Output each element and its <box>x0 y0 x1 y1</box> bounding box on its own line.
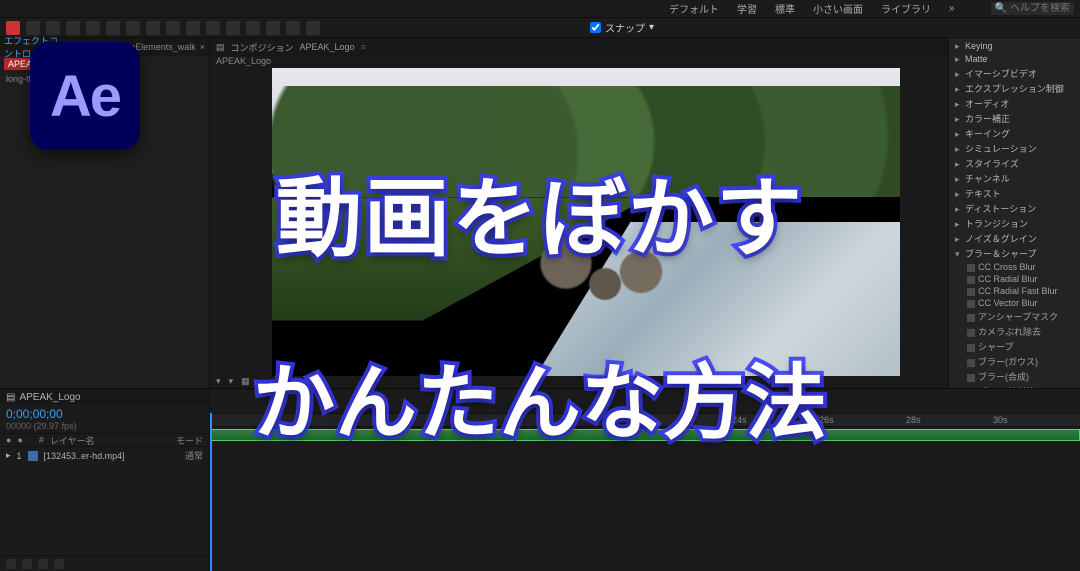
row-index: 1 <box>17 451 22 461</box>
fx-effect[interactable]: CC Radial Blur <box>953 273 1080 285</box>
fx-category[interactable]: チャンネル <box>953 171 1080 186</box>
help-search-input[interactable] <box>1010 3 1070 14</box>
ruler-tick: 24s <box>732 415 747 425</box>
menu-standard[interactable]: 標準 <box>775 1 795 16</box>
footer-btn-3[interactable] <box>38 559 48 569</box>
fx-category[interactable]: Matte <box>953 53 1080 66</box>
col-mode: モード <box>176 434 203 447</box>
viewer-footer-tray: ▾ ▾ ▦ <box>210 374 948 388</box>
clone-tool-icon[interactable] <box>246 21 260 35</box>
snap-toggle[interactable]: スナップ ▾ <box>590 20 654 35</box>
ruler-tick: 26s <box>819 415 834 425</box>
viewer-zoom-dropdown[interactable]: ▾ <box>216 376 221 387</box>
fx-category[interactable]: カラー補正 <box>953 111 1080 126</box>
help-search[interactable]: 🔍 <box>991 2 1074 15</box>
workspace-menubar: デフォルト 学習 標準 小さい画面 ライブラリ » 🔍 <box>0 0 1080 18</box>
fx-effect[interactable]: CC Radial Fast Blur <box>953 285 1080 297</box>
pen-tool-icon[interactable] <box>186 21 200 35</box>
rotate-tool-icon[interactable] <box>106 21 120 35</box>
selection-tool-icon[interactable] <box>26 21 40 35</box>
roto-tool-icon[interactable] <box>286 21 300 35</box>
fx-effect[interactable]: ブラー(放射状) <box>953 384 1080 388</box>
close-panel-icon[interactable]: × <box>200 42 205 52</box>
fx-effect[interactable]: シャープ <box>953 339 1080 354</box>
layer-color-swatch[interactable] <box>28 451 38 461</box>
layer-name[interactable]: [132453..er-hd.mp4] <box>44 451 125 461</box>
fx-effect[interactable]: カメラぶれ除去 <box>953 324 1080 339</box>
menu-default[interactable]: デフォルト <box>669 1 719 16</box>
fx-category[interactable]: キーイング <box>953 126 1080 141</box>
footer-btn-1[interactable] <box>6 559 16 569</box>
fx-category[interactable]: シミュレーション <box>953 141 1080 156</box>
fx-effect[interactable]: CC Cross Blur <box>953 261 1080 273</box>
fx-category[interactable]: ディストーション <box>953 201 1080 216</box>
ae-app-badge: Ae <box>30 42 140 150</box>
layer-blend-mode[interactable]: 通常 <box>185 449 203 462</box>
fx-category-open[interactable]: ブラー＆シャープ <box>953 246 1080 261</box>
timeline-panel[interactable]: 24s 26s 28s 30s <box>210 389 1080 571</box>
pan-tool-icon[interactable] <box>146 21 160 35</box>
orbit-tool-icon[interactable] <box>86 21 100 35</box>
camera-tool-icon[interactable] <box>126 21 140 35</box>
composition-viewer: ▤ コンポジション APEAK_Logo ≡ APEAK_Logo ▾ ▾ ▦ <box>210 38 948 388</box>
puppet-tool-icon[interactable] <box>306 21 320 35</box>
ruler-tick: 28s <box>906 415 921 425</box>
home-icon[interactable] <box>6 21 20 35</box>
menu-learn[interactable]: 学習 <box>737 1 757 16</box>
col-lock-icon[interactable]: ● <box>17 435 22 445</box>
timeline-clip[interactable] <box>210 429 1080 441</box>
fx-category[interactable]: エクスプレッション制御 <box>953 81 1080 96</box>
viewer-tab-prefix: コンポジション <box>231 41 294 54</box>
shape-tool-icon[interactable] <box>166 21 180 35</box>
comp-tab[interactable]: APEAK_Logo <box>19 392 80 403</box>
timecode-sub: 00000 (29.97 fps) <box>6 421 203 431</box>
viewer-tab-name[interactable]: APEAK_Logo <box>300 42 355 52</box>
menu-small[interactable]: 小さい画面 <box>813 1 863 16</box>
fx-effect[interactable]: ブラー(ガウス) <box>953 354 1080 369</box>
menu-chevrons-icon[interactable]: » <box>949 3 955 14</box>
fx-category[interactable]: スタイライズ <box>953 156 1080 171</box>
fx-effect[interactable]: ブラー(合成) <box>953 369 1080 384</box>
col-toggle-icon[interactable]: ● <box>6 435 11 445</box>
fx-category[interactable]: ノイズ＆グレイン <box>953 231 1080 246</box>
fx-effect[interactable]: アンシャープマスク <box>953 309 1080 324</box>
ae-badge-text: Ae <box>50 63 120 130</box>
chevron-down-icon: ▾ <box>649 22 654 33</box>
type-tool-icon[interactable] <box>206 21 220 35</box>
col-layer-name: レイヤー名 <box>50 434 95 447</box>
fx-effect[interactable]: CC Vector Blur <box>953 297 1080 309</box>
viewer-grid-icon[interactable]: ▦ <box>241 376 250 387</box>
ruler-tick: 30s <box>993 415 1008 425</box>
zoom-tool-icon[interactable] <box>66 21 80 35</box>
fx-category[interactable]: イマーシブビデオ <box>953 66 1080 81</box>
viewer-breadcrumb[interactable]: APEAK_Logo <box>216 56 271 66</box>
fx-category[interactable]: トランジション <box>953 216 1080 231</box>
eraser-tool-icon[interactable] <box>266 21 280 35</box>
toolbar: スナップ ▾ <box>0 18 1080 38</box>
fx-category[interactable]: テキスト <box>953 186 1080 201</box>
fx-category[interactable]: オーディオ <box>953 96 1080 111</box>
playhead[interactable] <box>210 413 212 571</box>
viewer-res-dropdown[interactable]: ▾ <box>229 376 234 387</box>
snap-checkbox[interactable] <box>590 22 601 33</box>
search-icon: 🔍 <box>995 3 1007 14</box>
panel-menu-icon[interactable]: ▤ <box>6 392 15 403</box>
timeline-layer-panel: ▤ APEAK_Logo 0;00;00;00 00000 (29.97 fps… <box>0 389 210 571</box>
fx-category[interactable]: Keying <box>953 40 1080 53</box>
viewer-canvas[interactable] <box>272 68 900 376</box>
viewer-menu-icon[interactable]: ▤ <box>216 42 225 53</box>
hand-tool-icon[interactable] <box>46 21 60 35</box>
snap-label: スナップ <box>605 20 645 35</box>
footer-btn-2[interactable] <box>22 559 32 569</box>
footer-btn-4[interactable] <box>54 559 64 569</box>
current-timecode[interactable]: 0;00;00;00 00000 (29.97 fps) <box>0 405 209 433</box>
brush-tool-icon[interactable] <box>226 21 240 35</box>
table-row[interactable]: ▸ 1 [132453..er-hd.mp4] 通常 <box>0 447 209 464</box>
preview-image <box>272 68 900 376</box>
timeline-ruler[interactable]: 24s 26s 28s 30s <box>210 413 1080 427</box>
menu-library[interactable]: ライブラリ <box>881 1 931 16</box>
effects-browser-panel: KeyingMatteイマーシブビデオエクスプレッション制御オーディオカラー補正… <box>948 38 1080 388</box>
twirl-icon[interactable]: ▸ <box>6 450 11 461</box>
